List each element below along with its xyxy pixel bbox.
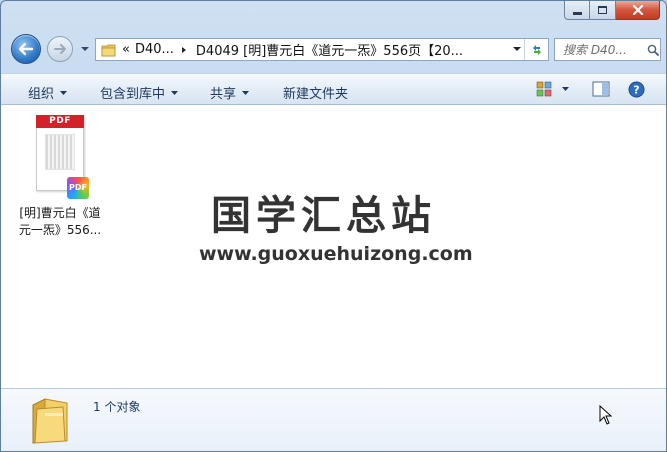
refresh-icon — [532, 44, 541, 55]
watermark-url: www.guoxuehuizong.com — [199, 243, 473, 265]
new-folder-label: 新建文件夹 — [283, 87, 349, 102]
search-icon[interactable] — [647, 44, 659, 56]
file-item[interactable]: PDF PDF [明]曹元白《道元一炁》556... — [14, 113, 106, 239]
file-name: [明]曹元白《道元一炁》556... — [18, 206, 102, 237]
maximize-icon — [598, 6, 607, 14]
preview-pane-icon[interactable] — [592, 81, 610, 97]
item-count: 1 个对象 — [93, 400, 141, 414]
chevron-down-icon — [60, 90, 68, 95]
arrow-right-icon — [54, 44, 66, 54]
address-dropdown-icon[interactable] — [513, 46, 521, 52]
search-box[interactable] — [554, 38, 661, 61]
organize-menu[interactable]: 组织 — [28, 83, 68, 102]
include-in-library-label: 包含到库中 — [100, 87, 166, 102]
watermark-title: 国学汇总站 — [211, 193, 436, 239]
chevron-right-icon[interactable] — [180, 46, 188, 54]
share-label: 共享 — [210, 87, 237, 102]
mouse-cursor-icon — [599, 405, 613, 425]
caption-buttons — [564, 1, 660, 21]
arrow-left-icon — [18, 42, 34, 56]
close-icon — [632, 5, 643, 15]
forward-button[interactable] — [47, 36, 73, 62]
close-button[interactable] — [616, 1, 660, 20]
address-bar[interactable]: « D40... D4049 [明]曹元白《道元一炁》556页【20... — [95, 38, 549, 61]
explorer-window: « D40... D4049 [明]曹元白《道元一炁》556页【20... 搜索… — [0, 0, 667, 452]
view-dropdown-icon[interactable] — [562, 87, 569, 91]
details-pane: 1 个对象 — [1, 388, 666, 451]
chevron-down-icon — [171, 90, 179, 95]
folder-large-icon — [32, 398, 68, 444]
back-button[interactable] — [11, 34, 41, 64]
pdf-file-icon: PDF PDF — [35, 113, 89, 199]
file-list-pane[interactable]: PDF PDF [明]曹元白《道元一炁》556... 国学汇总站 www.guo… — [1, 105, 666, 388]
minimize-icon — [572, 11, 582, 15]
breadcrumb-parent[interactable]: D40... — [135, 42, 174, 57]
pdf-app-badge-icon: PDF — [67, 177, 89, 199]
chevron-down-icon — [242, 90, 250, 95]
breadcrumb-overflow[interactable]: « — [122, 42, 130, 57]
help-icon[interactable]: ? — [628, 81, 645, 98]
view-options-icon[interactable] — [536, 81, 552, 97]
command-bar: 组织 包含到库中 共享 新建文件夹 ? — [1, 73, 666, 105]
pdf-thumbnail — [45, 134, 75, 170]
share-menu[interactable]: 共享 — [210, 83, 250, 102]
recent-pages-dropdown-icon[interactable] — [80, 45, 90, 53]
minimize-button[interactable] — [564, 1, 590, 20]
include-in-library-menu[interactable]: 包含到库中 — [100, 83, 179, 102]
navigation-bar: « D40... D4049 [明]曹元白《道元一炁》556页【20... — [1, 33, 666, 69]
new-folder-button[interactable]: 新建文件夹 — [283, 83, 348, 102]
folder-icon — [101, 44, 116, 56]
svg-text:?: ? — [633, 84, 639, 97]
breadcrumb-current[interactable]: D4049 [明]曹元白《道元一炁》556页【20... — [196, 40, 463, 59]
search-input[interactable] — [563, 42, 645, 57]
organize-label: 组织 — [28, 87, 55, 102]
maximize-button[interactable] — [590, 1, 616, 20]
pdf-type-label: PDF — [36, 115, 84, 128]
refresh-button[interactable] — [524, 39, 548, 60]
